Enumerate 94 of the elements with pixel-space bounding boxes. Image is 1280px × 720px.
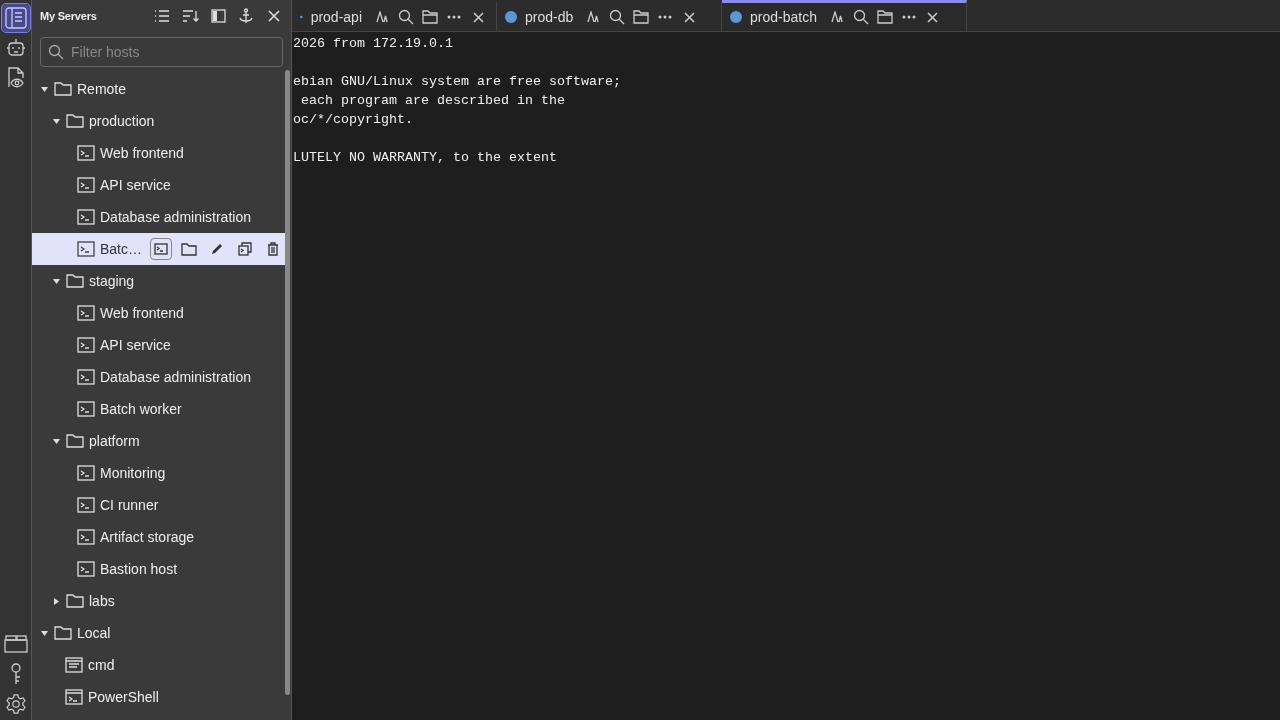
caret-down-icon[interactable] bbox=[53, 278, 60, 284]
terminal-tab[interactable]: prod-api bbox=[292, 0, 497, 31]
tree-row[interactable]: Database administration bbox=[32, 361, 285, 393]
folder-icon bbox=[66, 114, 84, 128]
caret-down-icon[interactable] bbox=[41, 86, 48, 92]
host-label: Web frontend bbox=[100, 145, 184, 161]
host-label: Bastion host bbox=[100, 561, 178, 577]
host-label: Batc… bbox=[100, 241, 142, 257]
tree-row[interactable]: PowerShell bbox=[32, 681, 285, 713]
host-label: Monitoring bbox=[100, 465, 166, 481]
caret-right-icon[interactable] bbox=[54, 597, 59, 605]
tree-row[interactable]: Web frontend bbox=[32, 137, 285, 169]
caret-down-icon[interactable] bbox=[41, 630, 48, 636]
search-icon bbox=[48, 44, 64, 60]
folder-icon bbox=[54, 626, 72, 640]
servers-icon[interactable] bbox=[1, 4, 30, 32]
terminal-icon bbox=[77, 337, 95, 353]
terminal-line: ebian GNU/Linux system are free software; bbox=[293, 73, 621, 91]
terminal-icon bbox=[77, 561, 95, 577]
panel-title: My Servers bbox=[40, 10, 98, 22]
tree-row[interactable]: Bastion host bbox=[32, 553, 285, 585]
tree-row[interactable]: Web frontend bbox=[32, 297, 285, 329]
folder-icon bbox=[66, 594, 84, 608]
terminal-tab[interactable]: prod-batch bbox=[722, 0, 967, 31]
host-label: platform bbox=[89, 433, 140, 449]
caret-down-icon[interactable] bbox=[53, 118, 60, 124]
tree-row[interactable]: Database administration bbox=[32, 201, 285, 233]
host-label: PowerShell bbox=[88, 689, 159, 705]
tree-row[interactable]: Batch worker bbox=[32, 393, 285, 425]
terminal-icon bbox=[77, 369, 95, 385]
host-label: Web frontend bbox=[100, 305, 184, 321]
console-icon bbox=[65, 657, 83, 673]
terminal-tab[interactable]: prod-db bbox=[497, 0, 722, 31]
host-label: API service bbox=[100, 337, 171, 353]
host-label: Remote bbox=[77, 81, 127, 97]
terminal-icon bbox=[77, 529, 95, 545]
host-label: labs bbox=[89, 593, 115, 609]
folder-icon[interactable] bbox=[876, 7, 893, 27]
search-icon[interactable] bbox=[609, 7, 626, 27]
tab-label: prod-batch bbox=[750, 9, 817, 25]
tree-row[interactable]: production bbox=[32, 105, 285, 137]
tree-row[interactable]: Monitoring bbox=[32, 457, 285, 489]
host-label: Artifact storage bbox=[100, 529, 195, 545]
folder-icon[interactable] bbox=[633, 7, 650, 27]
scrollbar-thumb[interactable] bbox=[285, 70, 290, 695]
terminal-icon bbox=[77, 241, 95, 257]
host-label: API service bbox=[100, 177, 171, 193]
tree-row[interactable]: CI runner bbox=[32, 489, 285, 521]
host-label: Local bbox=[77, 625, 111, 641]
tree-row[interactable]: Local bbox=[32, 617, 285, 649]
tree-row[interactable]: Remote bbox=[32, 73, 285, 105]
status-dot-icon bbox=[730, 11, 742, 23]
anchor-icon[interactable] bbox=[237, 6, 255, 26]
host-label: Database administration bbox=[100, 209, 251, 225]
tab-label: prod-db bbox=[525, 9, 574, 25]
host-label: cmd bbox=[88, 657, 115, 673]
host-label: Batch worker bbox=[100, 401, 182, 417]
selected-tree-row[interactable]: Batc… bbox=[32, 233, 285, 265]
terminal-icon bbox=[77, 305, 95, 321]
terminal-icon bbox=[77, 465, 95, 481]
terminal-line: 2026 from 172.19.0.1 bbox=[293, 35, 453, 53]
folder-icon bbox=[66, 274, 84, 288]
status-dot-icon bbox=[505, 11, 517, 23]
terminal-icon bbox=[77, 177, 95, 193]
terminal-icon bbox=[77, 401, 95, 417]
open-terminal-button[interactable] bbox=[150, 238, 172, 260]
tree-row[interactable]: cmd bbox=[32, 649, 285, 681]
folder-icon bbox=[54, 82, 72, 96]
tree-row[interactable]: API service bbox=[32, 169, 285, 201]
terminal-line: each program are described in the bbox=[300, 92, 565, 110]
terminal-line: oc/*/copyright. bbox=[293, 111, 413, 129]
search-icon[interactable] bbox=[852, 7, 869, 27]
host-label: production bbox=[89, 113, 155, 129]
tab-label: prod-api bbox=[310, 9, 362, 25]
host-label: Database administration bbox=[100, 369, 251, 385]
host-label: staging bbox=[89, 273, 135, 289]
terminal-icon bbox=[154, 243, 168, 255]
caret-down-icon[interactable] bbox=[53, 438, 60, 444]
tree-row[interactable]: staging bbox=[32, 265, 285, 297]
search-icon[interactable] bbox=[398, 7, 414, 27]
folder-icon bbox=[66, 434, 84, 448]
terminal-line: LUTELY NO WARRANTY, to the extent bbox=[293, 149, 557, 167]
folder-icon[interactable] bbox=[422, 7, 438, 27]
filter-field[interactable]: Filter hosts bbox=[40, 37, 283, 67]
tree-row[interactable]: Artifact storage bbox=[32, 521, 285, 553]
terminal-icon bbox=[77, 145, 95, 161]
terminal-icon bbox=[77, 209, 95, 225]
tree-row[interactable]: platform bbox=[32, 425, 285, 457]
tree-row[interactable]: labs bbox=[32, 585, 285, 617]
terminal-icon bbox=[77, 497, 95, 513]
host-label: CI runner bbox=[100, 497, 159, 513]
terminal-icon bbox=[65, 689, 83, 705]
tree-row[interactable]: API service bbox=[32, 329, 285, 361]
sidebar-icon[interactable] bbox=[209, 6, 227, 26]
